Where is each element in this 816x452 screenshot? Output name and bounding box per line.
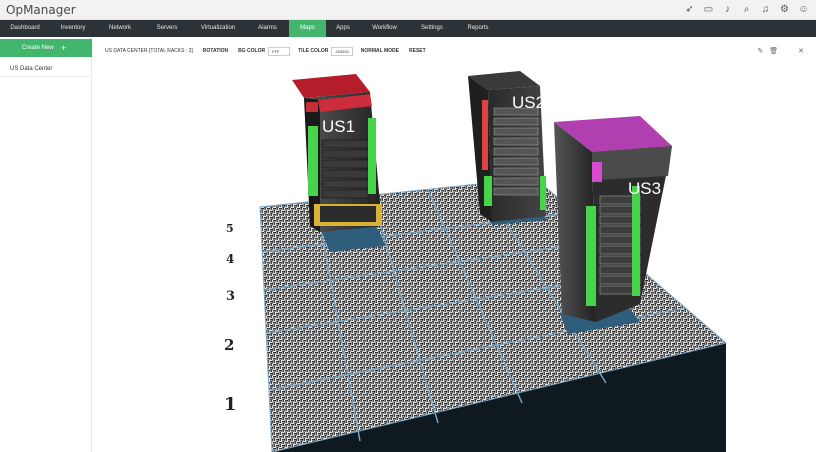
plus-icon: + <box>61 43 67 53</box>
create-new-label: Create New <box>22 45 54 51</box>
row-label-2: 2 <box>224 336 235 354</box>
map-toolbar: US DATA CENTER [TOTAL RACKS : 3] ROTATIO… <box>105 45 436 57</box>
main-nav: Dashboard Inventory Network Servers Virt… <box>0 20 816 37</box>
header-icons: ➶ ▭ ♪ ⌕ ♫ ⚙ ☺ <box>683 3 810 16</box>
reset-button[interactable]: RESET <box>409 48 426 54</box>
normal-mode-button[interactable]: NORMAL MODE <box>361 48 399 54</box>
microphone-icon[interactable]: ♪ <box>721 3 734 16</box>
nav-reports[interactable]: Reports <box>455 20 501 37</box>
top-bar: OpManager ➶ ▭ ♪ ⌕ ♫ ⚙ ☺ <box>0 0 816 20</box>
nav-alarms[interactable]: Alarms <box>246 20 289 37</box>
nav-dashboard[interactable]: Dashboard <box>0 20 50 37</box>
nav-maps[interactable]: Maps <box>289 20 326 37</box>
row-label-5: 5 <box>226 222 234 235</box>
trash-icon[interactable]: 🗑 <box>769 47 778 55</box>
nav-settings[interactable]: Settings <box>409 20 455 37</box>
rocket-icon[interactable]: ➶ <box>683 3 696 16</box>
nav-inventory[interactable]: Inventory <box>50 20 96 37</box>
rotation-button[interactable]: ROTATION <box>203 48 228 54</box>
row-label-4: 4 <box>226 252 235 266</box>
nav-apps[interactable]: Apps <box>326 20 360 37</box>
sidebar-item-us-data-center[interactable]: US Data Center <box>0 61 92 77</box>
user-icon[interactable]: ☺ <box>797 3 810 16</box>
bell-icon[interactable]: ♫ <box>759 3 772 16</box>
tile-color-input[interactable]: 333333 <box>331 46 353 56</box>
nav-virtualization[interactable]: Virtualization <box>190 20 246 37</box>
datacenter-title: US DATA CENTER [TOTAL RACKS : 3] <box>105 48 193 54</box>
app-logo[interactable]: OpManager <box>6 3 76 17</box>
tile-color-label: TILE COLOR <box>298 48 329 54</box>
create-new-button[interactable]: Create New + <box>0 39 92 57</box>
edit-icon[interactable]: ✎ <box>757 47 763 55</box>
bg-color-input[interactable]: FFF <box>268 46 291 56</box>
nav-servers[interactable]: Servers <box>144 20 190 37</box>
nav-network[interactable]: Network <box>96 20 144 37</box>
gear-icon[interactable]: ⚙ <box>778 3 791 16</box>
bg-color-label: BG COLOR <box>238 48 266 54</box>
row-label-3: 3 <box>226 289 236 304</box>
nav-workflow[interactable]: Workflow <box>360 20 409 37</box>
row-label-1: 1 <box>224 394 237 415</box>
search-icon[interactable]: ⌕ <box>740 3 753 16</box>
map-tools: ✎ 🗑 ✕ <box>757 47 804 55</box>
close-icon[interactable]: ✕ <box>798 47 804 55</box>
main-panel: US DATA CENTER [TOTAL RACKS : 3] ROTATIO… <box>93 37 816 452</box>
sidebar: Create New + US Data Center <box>0 37 92 452</box>
monitor-icon[interactable]: ▭ <box>702 3 715 16</box>
